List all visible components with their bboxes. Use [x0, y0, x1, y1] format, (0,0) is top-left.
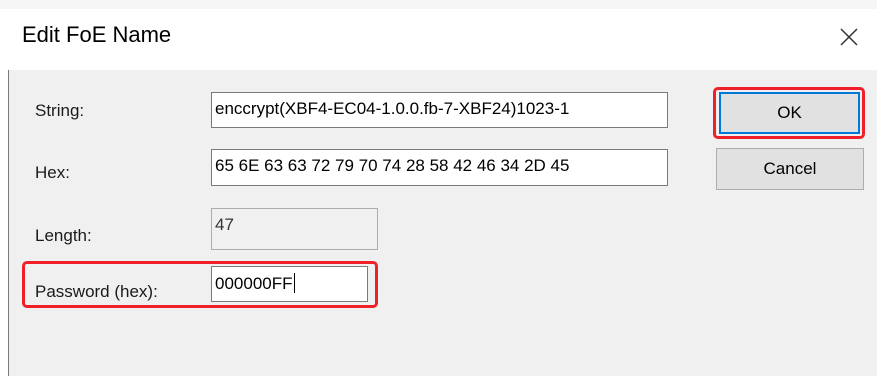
password-input-value: 000000FF: [215, 274, 293, 293]
length-value: 47: [215, 215, 234, 234]
cancel-button[interactable]: Cancel: [716, 148, 864, 190]
title-bar: Edit FoE Name: [0, 0, 877, 70]
ok-button[interactable]: OK: [719, 92, 860, 134]
hex-label: Hex:: [35, 163, 70, 182]
hex-input-value: 65 6E 63 63 72 79 70 74 28 58 42 46 34 2…: [215, 156, 570, 175]
text-caret: [293, 273, 295, 293]
length-label: Length:: [35, 226, 92, 245]
hex-input[interactable]: 65 6E 63 63 72 79 70 74 28 58 42 46 34 2…: [211, 149, 668, 186]
title-bar-top-strip: [0, 0, 877, 9]
close-icon: [840, 28, 858, 46]
length-field: 47: [211, 208, 378, 250]
password-label: Password (hex):: [35, 282, 158, 301]
string-input-value: enccrypt(XBF4-EC04-1.0.0.fb-7-XBF24)1023…: [215, 99, 570, 118]
string-label: String:: [35, 101, 85, 120]
dialog-title: Edit FoE Name: [22, 22, 172, 47]
string-input[interactable]: enccrypt(XBF4-EC04-1.0.0.fb-7-XBF24)1023…: [211, 92, 668, 128]
close-button[interactable]: [830, 18, 868, 56]
password-input[interactable]: 000000FF: [211, 266, 368, 302]
